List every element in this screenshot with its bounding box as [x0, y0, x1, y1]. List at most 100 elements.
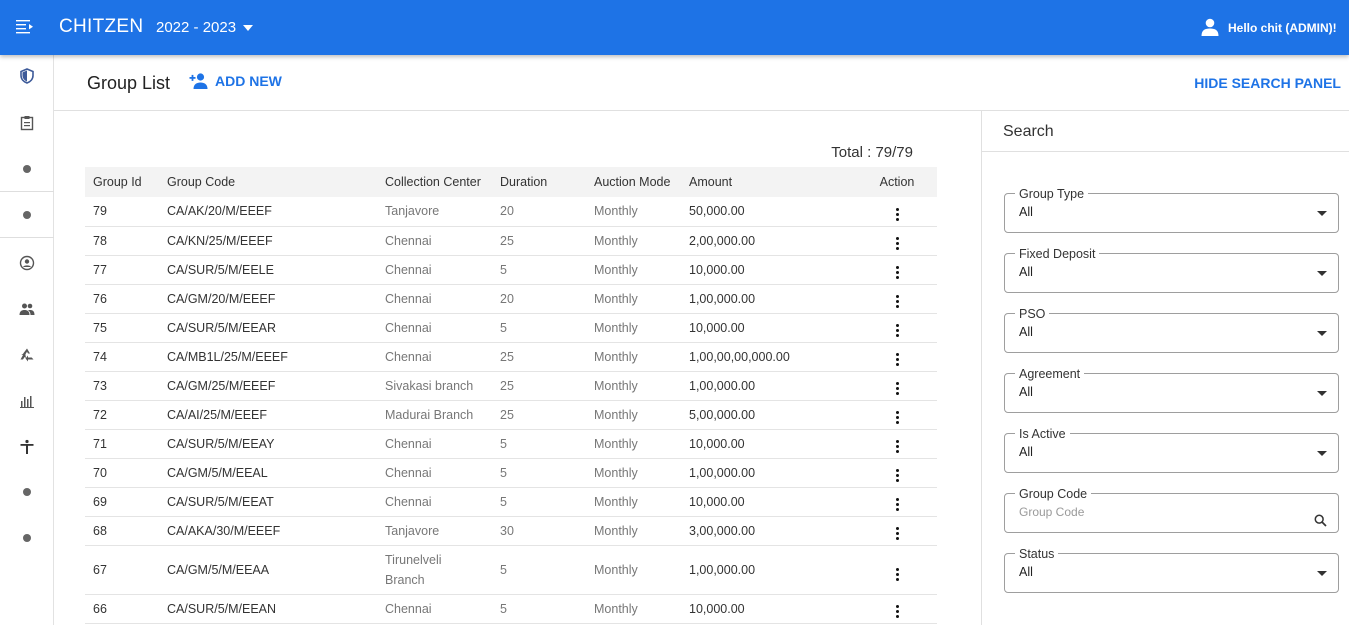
table-row[interactable]: 72 CA/AI/25/M/EEEF Madurai Branch 25 Monthly… — [85, 400, 937, 430]
table-row[interactable]: 79 CA/AK/20/M/EEEF Tanjavore 20 Monthly 50,00… — [85, 197, 937, 227]
sidebar-item-charts[interactable] — [0, 386, 54, 416]
sidebar-item-11[interactable] — [0, 523, 54, 553]
sidebar-item-10[interactable] — [0, 477, 54, 507]
person-add-icon — [189, 73, 208, 89]
cell-auction-mode: Monthly — [586, 400, 681, 430]
table-body: 79 CA/AK/20/M/EEEF Tanjavore 20 Monthly 50,00… — [85, 197, 937, 624]
group-code-field[interactable]: Group Code — [1004, 487, 1339, 533]
more-vert-icon[interactable] — [890, 525, 905, 542]
cell-action — [857, 255, 937, 285]
cell-auction-mode: Monthly — [586, 516, 681, 546]
cell-auction-mode: Monthly — [586, 342, 681, 372]
table-row[interactable]: 75 CA/SUR/5/M/EEAR Chennai 5 Monthly 10,000.0… — [85, 313, 937, 343]
sidebar-item-4[interactable] — [0, 200, 54, 230]
cell-auction-mode: Monthly — [586, 458, 681, 488]
table-row[interactable]: 73 CA/GM/25/M/EEEF Sivakasi branch 25 Monthl… — [85, 371, 937, 401]
more-vert-icon[interactable] — [890, 351, 905, 368]
column-header-auction-mode[interactable]: Auction Mode — [586, 167, 681, 197]
sidebar-item-members[interactable] — [0, 294, 54, 324]
sidebar-item-accessibility[interactable] — [0, 432, 54, 462]
table-row[interactable]: 77 CA/SUR/5/M/EELE Chennai 5 Monthly 10,000.0… — [85, 255, 937, 285]
table-row[interactable]: 71 CA/SUR/5/M/EEAY Chennai 5 Monthly 10,000.0… — [85, 429, 937, 459]
column-header-amount[interactable]: Amount — [681, 167, 857, 197]
cell-duration: 25 — [492, 371, 586, 401]
cell-collection-center: Chennai — [377, 342, 492, 372]
more-vert-icon[interactable] — [890, 438, 905, 455]
column-header-duration[interactable]: Duration — [492, 167, 586, 197]
fixed-deposit-value: All — [1019, 265, 1033, 279]
cell-action — [857, 284, 937, 314]
fixed-deposit-select[interactable]: Fixed Deposit All — [1004, 247, 1339, 293]
is-active-select[interactable]: Is Active All — [1004, 427, 1339, 473]
more-vert-icon[interactable] — [890, 380, 905, 397]
cell-group-code: CA/GM/20/M/EEEF — [159, 284, 377, 314]
more-vert-icon[interactable] — [890, 206, 905, 223]
table-row[interactable]: 74 CA/MB1L/25/M/EEEF Chennai 25 Monthly 1,00,… — [85, 342, 937, 372]
menu-open-icon[interactable] — [16, 19, 34, 35]
dropdown-arrow-icon — [1317, 571, 1327, 576]
more-vert-icon[interactable] — [890, 293, 905, 310]
cell-duration: 30 — [492, 516, 586, 546]
sidebar-item-recycle[interactable] — [0, 340, 54, 370]
sidebar-item-3[interactable] — [0, 154, 54, 184]
cell-auction-mode: Monthly — [586, 545, 681, 595]
table-row[interactable]: 76 CA/GM/20/M/EEEF Chennai 20 Monthly 1,00,00… — [85, 284, 937, 314]
table-row[interactable]: 69 CA/SUR/5/M/EEAT Chennai 5 Monthly 10,000.0… — [85, 487, 937, 517]
table-row[interactable]: 67 CA/GM/5/M/EEAA Tirunelveli Branch 5 Month… — [85, 545, 937, 595]
more-vert-icon[interactable] — [890, 322, 905, 339]
column-header-group-id[interactable]: Group Id — [85, 167, 159, 197]
cell-group-id: 67 — [85, 545, 159, 595]
more-vert-icon[interactable] — [890, 235, 905, 252]
hide-search-panel-button[interactable]: HIDE SEARCH PANEL — [1194, 75, 1341, 91]
more-vert-icon[interactable] — [890, 409, 905, 426]
cell-collection-center: Tanjavore — [377, 516, 492, 546]
group-code-input[interactable] — [1019, 505, 1299, 519]
user-icon[interactable] — [1200, 17, 1220, 37]
chevron-down-icon[interactable] — [243, 25, 253, 31]
page-header: Group List ADD NEW HIDE SEARCH PANEL — [54, 55, 1349, 111]
table-row[interactable]: 68 CA/AKA/30/M/EEEF Tanjavore 30 Monthly 3,00… — [85, 516, 937, 546]
column-header-group-code[interactable]: Group Code — [159, 167, 377, 197]
agreement-select[interactable]: Agreement All — [1004, 367, 1339, 413]
sidebar-item-reports[interactable] — [0, 108, 54, 138]
accessibility-icon — [20, 439, 34, 454]
cell-auction-mode: Monthly — [586, 226, 681, 256]
cell-duration: 5 — [492, 255, 586, 285]
more-vert-icon[interactable] — [890, 566, 905, 583]
fiscal-year-select[interactable]: 2022 - 2023 — [156, 19, 236, 36]
column-header-collection-center[interactable]: Collection Center — [377, 167, 492, 197]
status-select[interactable]: Status All — [1004, 547, 1339, 593]
cell-group-code: CA/GM/25/M/EEEF — [159, 371, 377, 401]
cell-group-code: CA/AK/20/M/EEEF — [159, 197, 377, 227]
shield-icon — [20, 68, 34, 84]
pso-select[interactable]: PSO All — [1004, 307, 1339, 353]
search-icon[interactable] — [1314, 514, 1327, 527]
table-header-row: Group Id Group Code Collection Center Du… — [85, 167, 937, 197]
sidebar-item-dashboard[interactable] — [0, 61, 54, 91]
cell-duration: 5 — [492, 458, 586, 488]
more-vert-icon[interactable] — [890, 467, 905, 484]
fixed-deposit-label: Fixed Deposit — [1015, 247, 1100, 261]
sidebar-divider — [0, 191, 54, 192]
more-vert-icon[interactable] — [890, 496, 905, 513]
group-code-label: Group Code — [1015, 487, 1092, 501]
cell-collection-center: Chennai — [377, 458, 492, 488]
cell-amount: 1,00,000.00 — [681, 458, 857, 488]
user-greeting[interactable]: Hello chit (ADMIN)! — [1228, 21, 1337, 35]
table-row[interactable]: 66 CA/SUR/5/M/EEAN Chennai 5 Monthly 10,000.0… — [85, 594, 937, 624]
table-row[interactable]: 78 CA/KN/25/M/EEEF Chennai 25 Monthly 2,00,00… — [85, 226, 937, 256]
sidebar-item-account[interactable] — [0, 248, 54, 278]
cell-duration: 5 — [492, 313, 586, 343]
more-vert-icon[interactable] — [890, 264, 905, 281]
total-count: Total : 79/79 — [831, 144, 913, 161]
cell-action — [857, 342, 937, 372]
page-title: Group List — [87, 73, 171, 93]
add-new-button[interactable]: ADD NEW — [189, 72, 282, 90]
more-vert-icon[interactable] — [890, 603, 905, 620]
cell-group-code: CA/GM/5/M/EEAA — [159, 545, 377, 595]
table-row[interactable]: 70 CA/GM/5/M/EEAL Chennai 5 Monthly 1,00,000.… — [85, 458, 937, 488]
group-type-select[interactable]: Group Type All — [1004, 187, 1339, 233]
cell-group-id: 68 — [85, 516, 159, 546]
sidebar-divider — [0, 237, 54, 238]
cell-auction-mode: Monthly — [586, 313, 681, 343]
